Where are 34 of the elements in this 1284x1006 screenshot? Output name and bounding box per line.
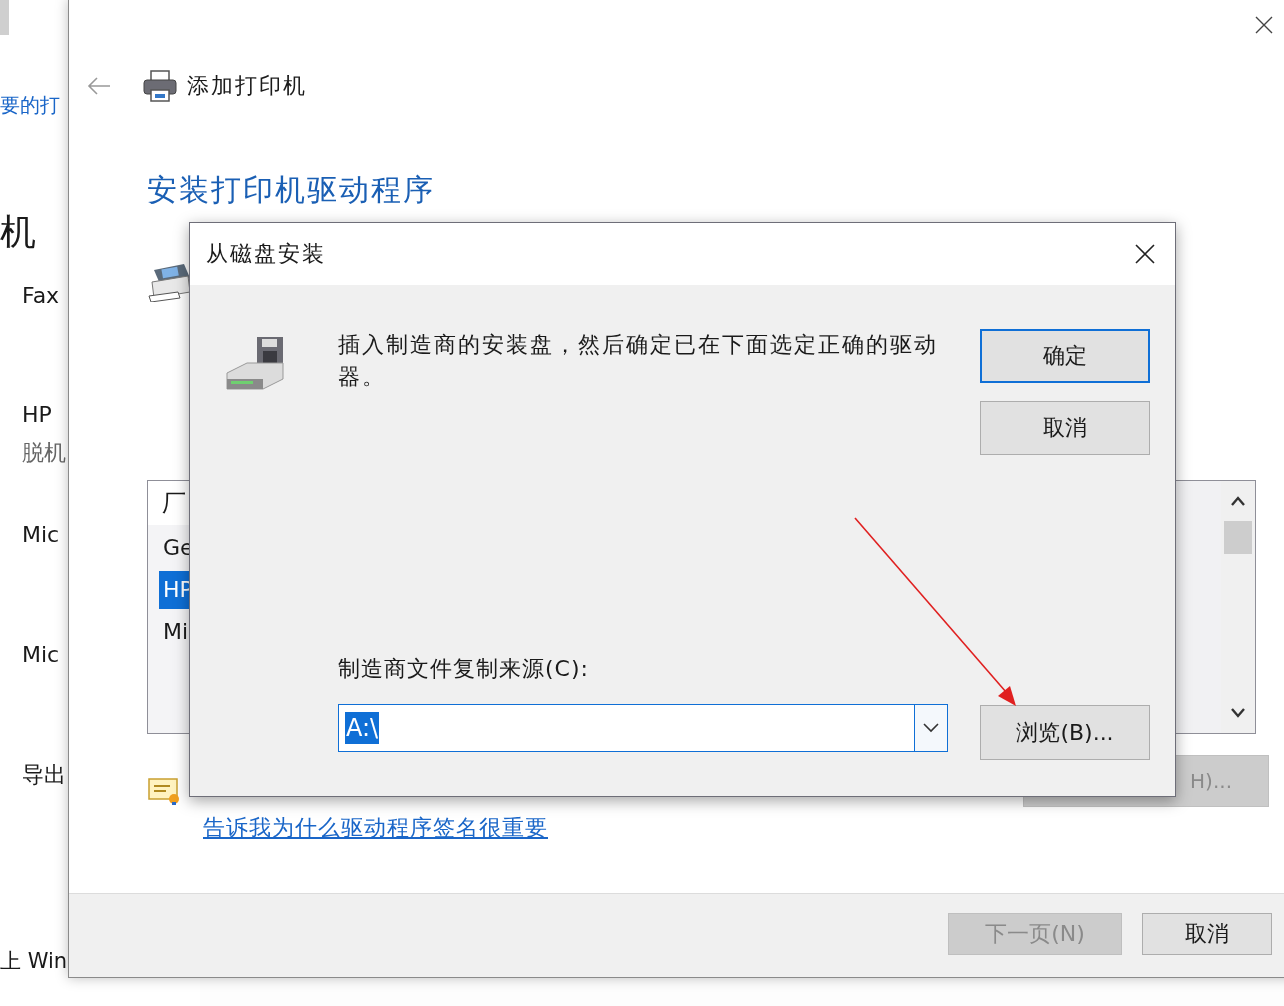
list-text: 上 Win bbox=[0, 948, 68, 975]
field-value: A:\ bbox=[345, 712, 380, 744]
ok-button[interactable]: 确定 bbox=[980, 329, 1150, 383]
list-text: Mic bbox=[22, 641, 60, 669]
caret-up-icon[interactable] bbox=[1230, 495, 1246, 507]
list-text: 导出 bbox=[22, 761, 66, 789]
list-text: Fax bbox=[22, 282, 60, 310]
page-heading: 安装打印机驱动程序 bbox=[147, 171, 436, 209]
back-icon[interactable] bbox=[87, 76, 111, 96]
cancel-button[interactable]: 取消 bbox=[1142, 913, 1272, 955]
close-icon[interactable] bbox=[1135, 244, 1155, 264]
browse-button[interactable]: 浏览(B)... bbox=[980, 705, 1150, 760]
caret-down-icon[interactable] bbox=[1230, 707, 1246, 719]
scroll-thumb[interactable] bbox=[1224, 521, 1252, 554]
scrollbar[interactable] bbox=[0, 0, 9, 35]
list-text: Mic bbox=[22, 521, 60, 549]
column-header: 厂 bbox=[162, 488, 186, 519]
link[interactable]: 要的打 bbox=[0, 90, 60, 120]
floppy-drive-icon bbox=[225, 335, 287, 391]
list-item[interactable]: Mi bbox=[159, 613, 193, 651]
field-label: 制造商文件复制来源(C): bbox=[338, 655, 590, 683]
list-text: 脱机 bbox=[22, 439, 66, 467]
list-text: HP bbox=[22, 401, 52, 429]
cancel-button[interactable]: 取消 bbox=[980, 401, 1150, 455]
dialog-title: 从磁盘安装 bbox=[206, 240, 326, 268]
caret-down-icon[interactable] bbox=[923, 723, 939, 733]
printer-icon bbox=[143, 70, 177, 102]
source-combobox[interactable]: A:\ bbox=[338, 704, 948, 752]
close-icon[interactable] bbox=[1255, 16, 1273, 34]
window-title: 添加打印机 bbox=[187, 72, 307, 100]
instruction-text: 插入制造商的安装盘，然后确定已在下面选定正确的驱动器。 bbox=[338, 331, 939, 391]
certificate-icon bbox=[148, 777, 180, 805]
page-heading: 机 bbox=[0, 210, 36, 254]
signature-link[interactable]: 告诉我为什么驱动程序签名很重要 bbox=[203, 813, 548, 843]
